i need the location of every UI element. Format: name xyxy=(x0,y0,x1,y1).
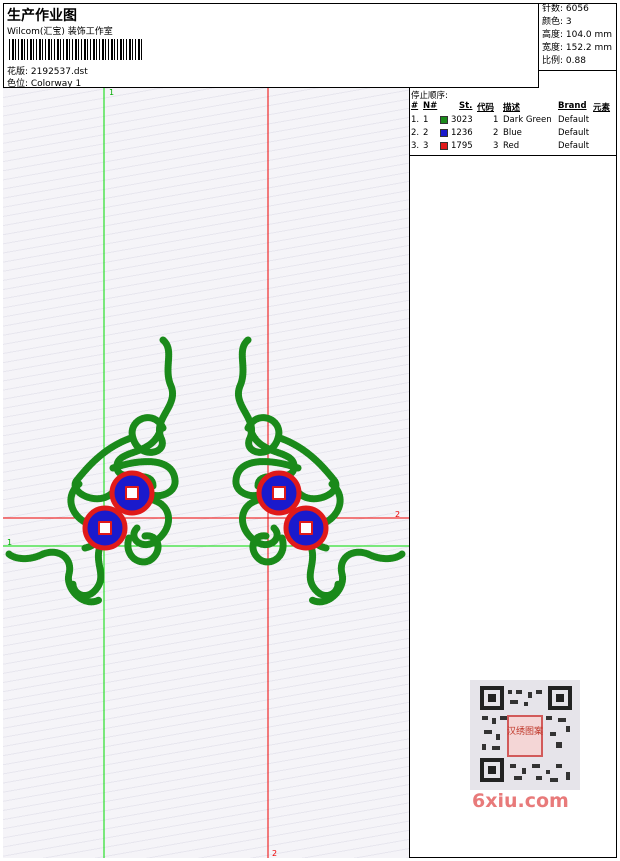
header-panel: 生产作业图 Wilcom(汇宝) 装饰工作室 花版: 2192537.dst 色… xyxy=(3,3,539,89)
barcode-image xyxy=(9,39,143,60)
qr-stamp-text: 汉绣图案 xyxy=(507,725,543,737)
green-guide-label-top: 1 xyxy=(109,88,114,97)
qr-code-watermark: 汉绣图案 xyxy=(470,680,580,790)
col-header-num: # xyxy=(411,101,419,111)
site-logo-watermark: 6xiu.com xyxy=(472,790,569,812)
qr-code-icon: 汉绣图案 xyxy=(480,686,572,782)
red-guide-label-bottom: 2 xyxy=(272,849,277,858)
col-header-needle: N# xyxy=(423,101,438,111)
color-swatch-blue xyxy=(440,129,448,137)
col-header-desc: 描述 xyxy=(503,103,521,113)
stat-height: 高度: 104.0 mm xyxy=(542,30,613,40)
col-header-stitches: St. xyxy=(459,101,473,111)
right-embroidery-motif xyxy=(232,336,406,606)
col-header-element: 元素 xyxy=(593,103,611,113)
embroidery-preview: 1 1 2 2 xyxy=(3,88,409,858)
left-embroidery-motif xyxy=(5,336,179,606)
col-header-code: 代码 xyxy=(477,103,495,113)
stat-stitches: 针数: 6056 xyxy=(542,4,589,14)
red-guide-label-right: 2 xyxy=(395,510,400,519)
stat-colors: 颜色: 3 xyxy=(542,17,572,27)
stat-scale: 比例: 0.88 xyxy=(542,56,586,66)
color-swatch-green xyxy=(440,116,448,124)
stop-sequence-panel: 停止顺序: # N# St. 代码 描述 Brand 元素 1. 1 3023 … xyxy=(409,88,617,156)
stop-sequence-title: 停止顺序: xyxy=(411,91,448,101)
col-header-brand: Brand xyxy=(558,101,587,111)
green-guide-label-left: 1 xyxy=(7,538,12,547)
design-stats: 针数: 6056 颜色: 3 高度: 104.0 mm 宽度: 152.2 mm… xyxy=(539,3,617,71)
color-swatch-red xyxy=(440,142,448,150)
page-title: 生产作业图 xyxy=(7,8,77,24)
company-label: Wilcom(汇宝) 装饰工作室 xyxy=(7,27,113,37)
stat-width: 宽度: 152.2 mm xyxy=(542,43,613,53)
design-canvas: 1 1 2 2 xyxy=(3,88,410,858)
